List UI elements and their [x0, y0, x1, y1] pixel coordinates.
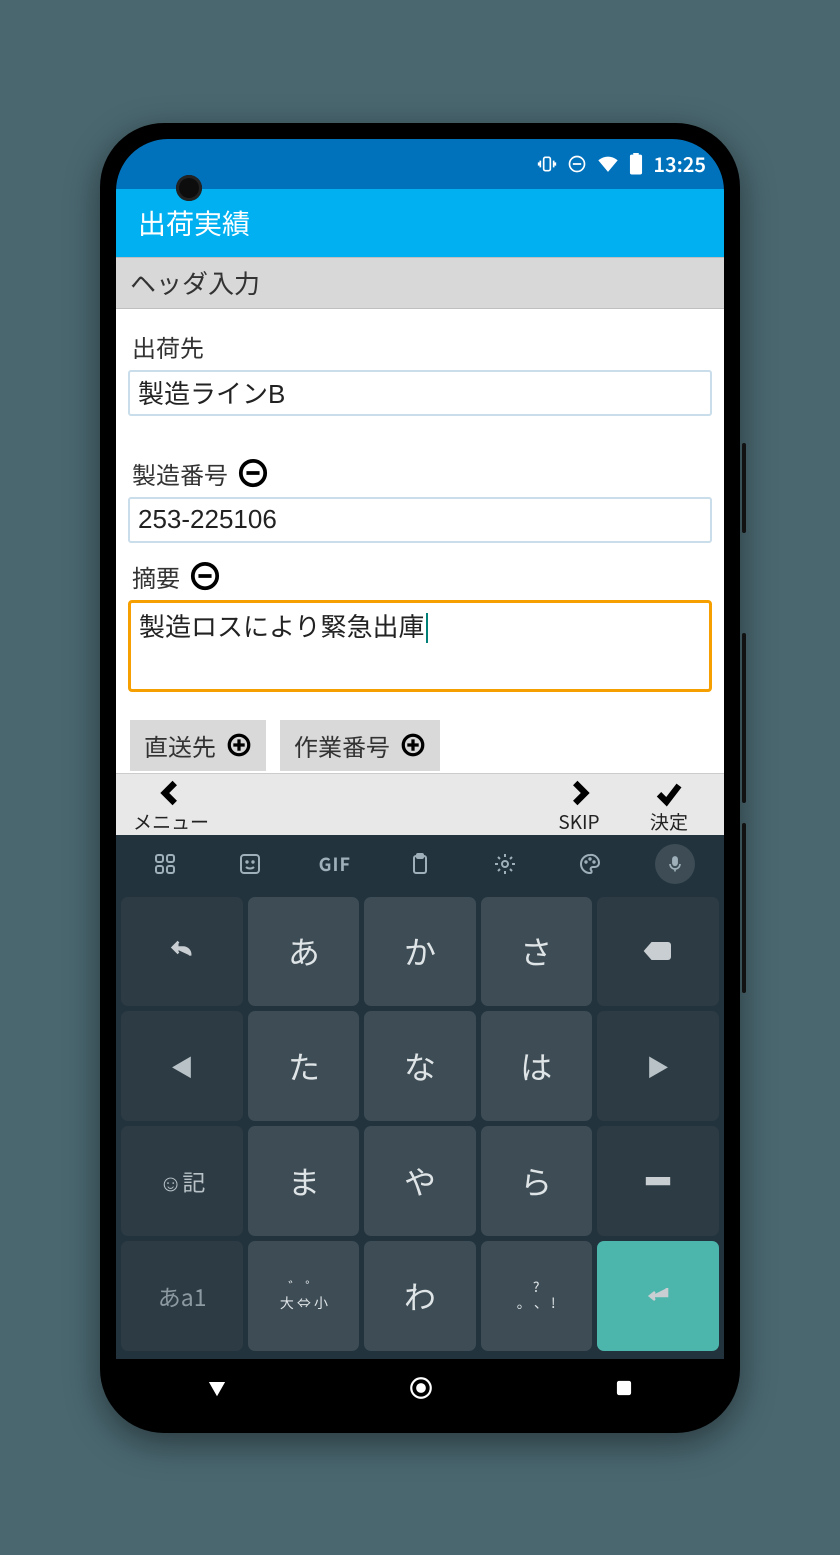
key-grid: あ か さ ◀ た な は ▶ ☺記 ま や ら あa1 ゛ ゜ 大 ⇔ 小: [116, 893, 724, 1359]
page-title: 出荷実績: [138, 203, 250, 243]
sticker-icon[interactable]: [230, 844, 270, 884]
key-ka[interactable]: か: [364, 897, 475, 1007]
plus-icon: [226, 732, 252, 758]
key-punct[interactable]: ? 。 、 !: [481, 1241, 592, 1351]
clipboard-icon[interactable]: [400, 844, 440, 884]
menu-button[interactable]: メニュー: [126, 778, 216, 835]
confirm-label: 決定: [650, 808, 688, 835]
section-header: ヘッダ入力: [116, 257, 724, 309]
gif-button[interactable]: GIF: [315, 844, 355, 884]
key-left[interactable]: ◀: [121, 1011, 243, 1121]
mfgnumber-label: 製造番号: [132, 456, 228, 491]
gear-icon[interactable]: [485, 844, 525, 884]
key-space[interactable]: [597, 1126, 719, 1236]
key-a[interactable]: あ: [248, 897, 359, 1007]
skip-button[interactable]: SKIP: [534, 778, 624, 835]
chip-row: 直送先 作業番号: [130, 720, 710, 771]
key-dakuten[interactable]: ゛ ゜ 大 ⇔ 小: [248, 1241, 359, 1351]
nav-back-icon[interactable]: [206, 1377, 228, 1399]
status-time: 13:25: [653, 149, 706, 178]
minus-icon[interactable]: [190, 561, 220, 591]
destination-label: 出荷先: [132, 329, 204, 364]
mic-icon[interactable]: [655, 844, 695, 884]
mfgnumber-label-row: 製造番号: [132, 456, 708, 491]
keyboard-toolbar: GIF: [116, 835, 724, 893]
chip-label: 直送先: [144, 728, 216, 763]
chevron-right-icon: [563, 778, 595, 808]
front-camera: [176, 175, 202, 201]
chip-direct[interactable]: 直送先: [130, 720, 266, 771]
chip-label: 作業番号: [294, 728, 390, 763]
confirm-button[interactable]: 決定: [624, 778, 714, 835]
minus-icon[interactable]: [238, 458, 268, 488]
key-ha[interactable]: は: [481, 1011, 592, 1121]
nav-recent-icon[interactable]: [614, 1378, 634, 1398]
chevron-left-icon: [155, 778, 187, 808]
key-sub: 。 、 !: [517, 1296, 556, 1311]
palette-icon[interactable]: [570, 844, 610, 884]
key-ma[interactable]: ま: [248, 1126, 359, 1236]
mfgnumber-input[interactable]: [128, 497, 712, 543]
destination-input[interactable]: [128, 370, 712, 416]
menu-label: メニュー: [133, 808, 209, 835]
system-nav: [116, 1359, 724, 1417]
nav-home-icon[interactable]: [408, 1375, 434, 1401]
check-icon: [650, 778, 688, 808]
key-backspace[interactable]: [597, 897, 719, 1007]
key-ta[interactable]: た: [248, 1011, 359, 1121]
key-na[interactable]: な: [364, 1011, 475, 1121]
apps-icon[interactable]: [145, 844, 185, 884]
key-mode[interactable]: あa1: [121, 1241, 243, 1351]
skip-label: SKIP: [558, 808, 599, 835]
section-title: ヘッダ入力: [130, 264, 260, 301]
key-emoji[interactable]: ☺記: [121, 1126, 243, 1236]
key-sa[interactable]: さ: [481, 897, 592, 1007]
key-enter[interactable]: [597, 1241, 719, 1351]
vibrate-icon: [537, 154, 557, 174]
battery-icon: [629, 153, 643, 175]
key-sub: 大 ⇔ 小: [280, 1296, 328, 1311]
chip-worknumber[interactable]: 作業番号: [280, 720, 440, 771]
text-caret: [426, 613, 428, 643]
key-ra[interactable]: ら: [481, 1126, 592, 1236]
key-undo[interactable]: [121, 897, 243, 1007]
destination-label-row: 出荷先: [132, 329, 708, 364]
summary-label-row: 摘要: [132, 559, 708, 594]
summary-input[interactable]: 製造ロスにより緊急出庫: [128, 600, 712, 692]
key-ya[interactable]: や: [364, 1126, 475, 1236]
soft-keyboard: GIF あ か さ ◀ た な は ▶ ☺記 ま や ら: [116, 835, 724, 1359]
summary-label: 摘要: [132, 559, 180, 594]
key-right[interactable]: ▶: [597, 1011, 719, 1121]
bottom-nav: メニュー SKIP 決定: [116, 773, 724, 835]
wifi-icon: [597, 155, 619, 173]
status-bar: 13:25: [116, 139, 724, 189]
key-wa[interactable]: わ: [364, 1241, 475, 1351]
app-bar: 出荷実績: [116, 189, 724, 257]
dnd-icon: [567, 154, 587, 174]
form-area: 出荷先 製造番号 摘要 製造ロスにより緊急出庫 直送先 作業番号: [116, 309, 724, 773]
plus-icon: [400, 732, 426, 758]
summary-value: 製造ロスにより緊急出庫: [139, 607, 424, 644]
